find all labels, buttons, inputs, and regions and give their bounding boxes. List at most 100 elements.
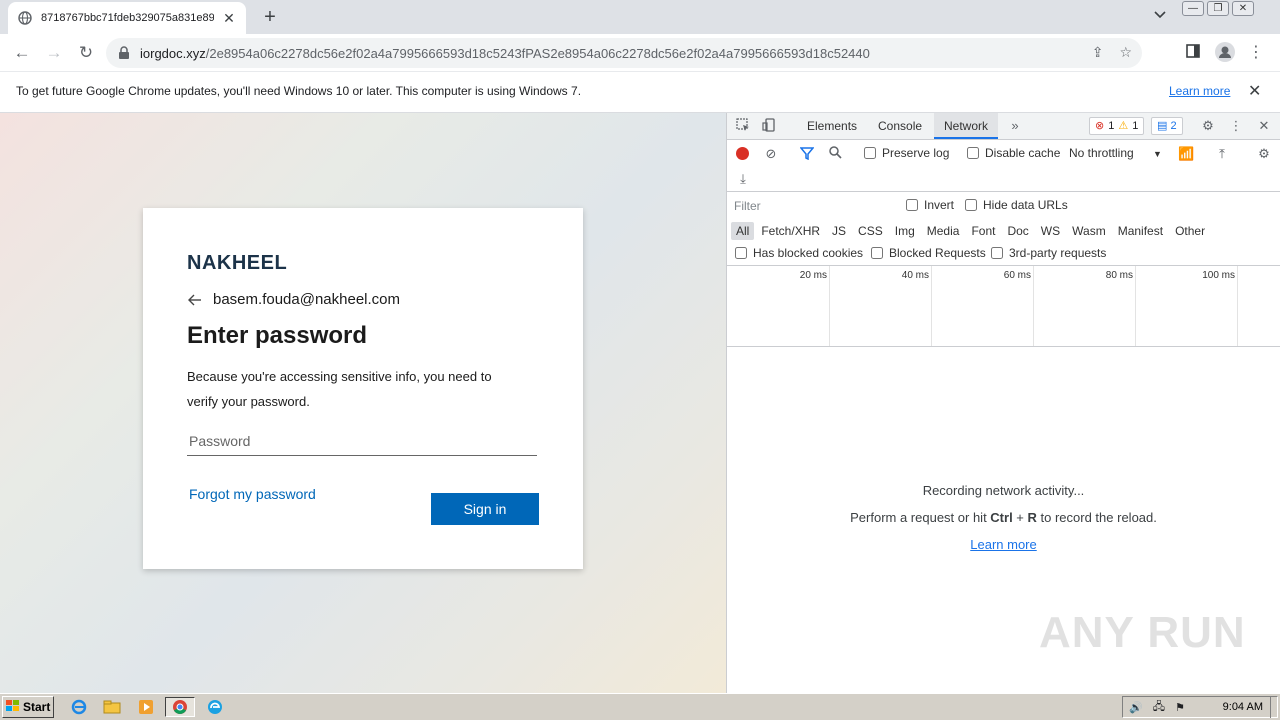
devtools-panel: Elements Console Network » ⊗ 1 ⚠ 1 ▤ 2 ⚙ ⋮… <box>726 113 1280 693</box>
edge-icon[interactable] <box>204 697 226 717</box>
network-icon[interactable]: 🖧 <box>1153 698 1165 717</box>
show-desktop-button[interactable] <box>1270 696 1278 718</box>
type-filter-other[interactable]: Other <box>1170 222 1210 240</box>
import-icon[interactable]: ⤒ <box>1214 146 1230 162</box>
chevron-down-icon[interactable] <box>1150 8 1170 26</box>
more-tabs-icon[interactable]: » <box>1007 118 1023 134</box>
export-icon[interactable]: ⤓ <box>735 171 751 187</box>
star-icon[interactable]: ☆ <box>1119 44 1132 61</box>
reload-hint: Perform a request or hit Ctrl + R to rec… <box>850 510 1157 525</box>
close-devtools-icon[interactable]: ✕ <box>1256 118 1272 134</box>
close-window-button[interactable]: ✕ <box>1232 1 1254 16</box>
filter-icon[interactable] <box>799 146 815 162</box>
tick-label: 20 ms <box>799 270 827 281</box>
gridline <box>1135 266 1136 346</box>
globe-icon <box>18 11 32 25</box>
preserve-log-checkbox[interactable]: Preserve log <box>864 146 949 160</box>
network-settings-icon[interactable]: ⚙ <box>1256 146 1272 162</box>
device-toolbar-icon[interactable] <box>761 118 777 134</box>
lock-icon <box>118 46 132 60</box>
close-tab-icon[interactable]: ✕ <box>222 10 236 27</box>
messages-badge[interactable]: ▤ 2 <box>1151 117 1183 135</box>
type-filter-img[interactable]: Img <box>890 222 920 240</box>
forgot-password-link[interactable]: Forgot my password <box>189 486 316 502</box>
invert-checkbox[interactable]: Invert <box>906 198 954 212</box>
forward-arrow-icon[interactable]: → <box>42 41 66 65</box>
infobar-learn-more-link[interactable]: Learn more <box>1169 84 1230 98</box>
login-description: Because you're accessing sensitive info,… <box>187 369 492 409</box>
disable-cache-checkbox[interactable]: Disable cache <box>967 146 1060 160</box>
recording-message: Recording network activity... <box>922 483 1085 498</box>
gear-icon[interactable]: ⚙ <box>1200 118 1216 134</box>
volume-icon[interactable]: 🔊 <box>1129 701 1143 714</box>
inspect-element-icon[interactable] <box>735 118 751 134</box>
back-arrow-icon[interactable] <box>187 292 203 308</box>
minimize-button[interactable]: — <box>1182 1 1204 16</box>
type-filter-all[interactable]: All <box>731 222 755 240</box>
devtools-learn-more-link[interactable]: Learn more <box>970 537 1036 552</box>
reload-icon[interactable]: ↻ <box>74 41 98 65</box>
type-filter-wasm[interactable]: Wasm <box>1067 222 1111 240</box>
share-icon[interactable]: ⇪ <box>1092 44 1104 61</box>
type-filter-ws[interactable]: WS <box>1036 222 1065 240</box>
type-filter-doc[interactable]: Doc <box>1002 222 1033 240</box>
tick-label: 60 ms <box>1003 270 1031 281</box>
third-party-checkbox[interactable]: 3rd-party requests <box>991 246 1106 260</box>
search-icon[interactable] <box>827 146 843 162</box>
type-filter-manifest[interactable]: Manifest <box>1113 222 1168 240</box>
record-icon[interactable] <box>736 147 749 160</box>
brand-logo: NAKHEEL <box>187 252 288 274</box>
start-button[interactable]: Start <box>2 696 54 718</box>
tick-label: 100 ms <box>1202 270 1235 281</box>
type-filter-css[interactable]: CSS <box>853 222 888 240</box>
type-filter-fetch[interactable]: Fetch/XHR <box>756 222 825 240</box>
network-empty-state: Recording network activity... Perform a … <box>727 483 1280 552</box>
tab-title: 8718767bbc71fdeb329075a831e89... <box>41 12 215 24</box>
filter-input[interactable] <box>731 196 893 216</box>
blocked-requests-checkbox[interactable]: Blocked Requests <box>871 246 986 260</box>
identity-row: basem.fouda@nakheel.com <box>187 291 539 308</box>
sign-in-button[interactable]: Sign in <box>431 493 539 525</box>
error-icon: ⊗ <box>1095 120 1105 132</box>
infobar-close-icon[interactable]: ✕ <box>1248 81 1261 101</box>
profile-avatar-icon[interactable] <box>1214 42 1236 64</box>
type-filter-js[interactable]: JS <box>827 222 851 240</box>
blocked-cookies-checkbox[interactable]: Has blocked cookies <box>735 246 863 260</box>
type-filter-font[interactable]: Font <box>966 222 1000 240</box>
more-options-icon[interactable]: ⋮ <box>1228 118 1244 134</box>
warning-icon: ⚠ <box>1118 120 1129 132</box>
browser-tab[interactable]: 8718767bbc71fdeb329075a831e89... ✕ <box>8 2 246 34</box>
clear-icon[interactable]: ⊘ <box>763 146 779 162</box>
network-overview[interactable]: 20 ms 40 ms 60 ms 80 ms 100 ms <box>727 266 1280 347</box>
back-arrow-icon[interactable]: ← <box>10 41 34 65</box>
file-explorer-icon[interactable] <box>101 697 123 717</box>
page-title: Enter password <box>187 322 368 349</box>
browser-toolbar: ← → ↻ iorgdoc.xyz/2e8954a06c2278dc56e2f0… <box>0 34 1280 72</box>
password-input[interactable] <box>187 426 537 456</box>
gridline <box>829 266 830 346</box>
tab-strip: 8718767bbc71fdeb329075a831e89... ✕ + — ❐… <box>0 0 1280 34</box>
side-panel-icon[interactable] <box>1182 42 1204 64</box>
address-bar[interactable]: iorgdoc.xyz/2e8954a06c2278dc56e2f02a4a79… <box>106 38 1142 68</box>
devtools-tabbar: Elements Console Network » ⊗ 1 ⚠ 1 ▤ 2 ⚙ ⋮… <box>727 113 1280 140</box>
taskbar-clock[interactable]: 9:04 AM <box>1223 701 1263 713</box>
media-player-icon[interactable] <box>135 697 157 717</box>
action-center-flag-icon[interactable]: ⚑ <box>1175 701 1185 714</box>
network-filter-bar: Invert Hide data URLs All Fetch/XHR JS C… <box>727 192 1280 266</box>
chrome-taskbar-icon[interactable] <box>165 697 195 717</box>
type-filter-media[interactable]: Media <box>922 222 965 240</box>
system-tray: 🔊 🖧 ⚑ 9:04 AM <box>1122 696 1278 718</box>
new-tab-button[interactable]: + <box>258 5 282 29</box>
throttling-select[interactable]: No throttling ▼ <box>1069 146 1162 160</box>
internet-explorer-icon[interactable] <box>68 697 90 717</box>
tab-elements[interactable]: Elements <box>797 113 867 139</box>
issues-badge[interactable]: ⊗ 1 ⚠ 1 <box>1089 117 1145 135</box>
restore-button[interactable]: ❐ <box>1207 1 1229 16</box>
tab-console[interactable]: Console <box>868 113 932 139</box>
tab-network[interactable]: Network <box>934 113 999 139</box>
account-email: basem.fouda@nakheel.com <box>213 291 401 308</box>
tick-label: 80 ms <box>1105 270 1133 281</box>
more-menu-icon[interactable]: ⋮ <box>1245 42 1267 64</box>
hide-data-urls-checkbox[interactable]: Hide data URLs <box>965 198 1068 212</box>
network-conditions-icon[interactable]: 📶 <box>1178 146 1194 162</box>
